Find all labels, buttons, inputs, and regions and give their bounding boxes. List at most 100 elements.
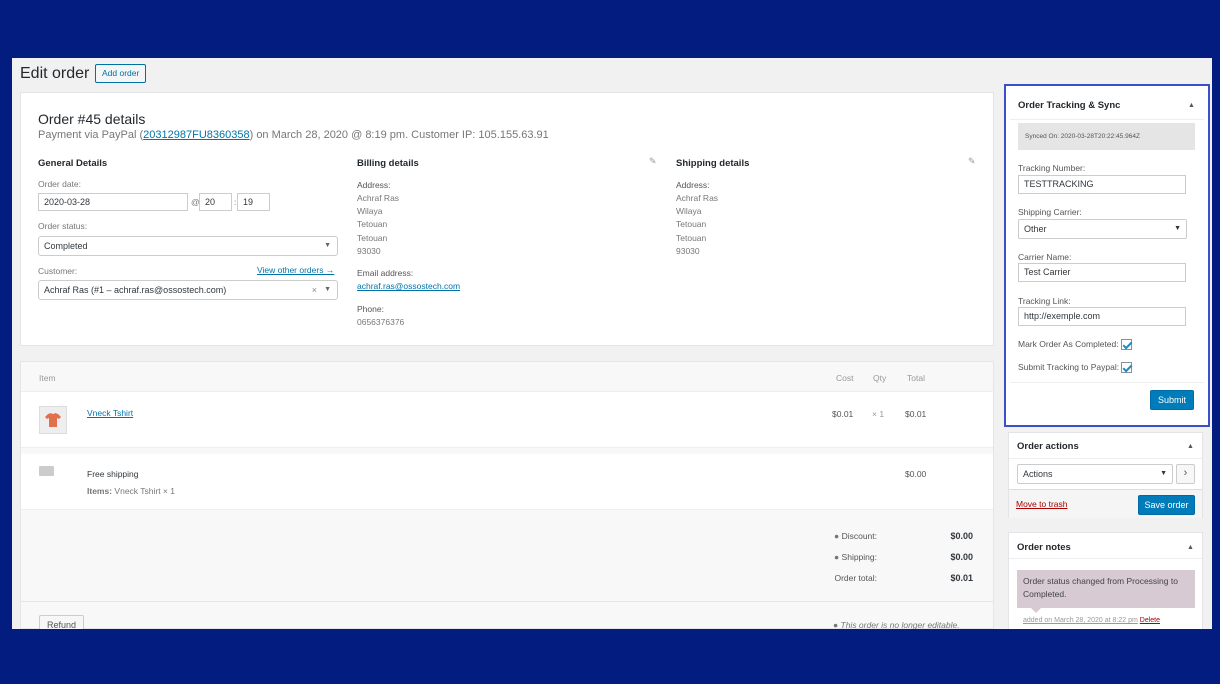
shipping-method-name: Free shipping [87, 469, 139, 479]
shipping-line: Tetouan [676, 219, 707, 229]
chevron-down-icon: ▼ [1160, 470, 1167, 477]
admin-screen: Edit order Add order Order #45 details P… [12, 58, 1212, 629]
carrier-name-input[interactable]: Test Carrier [1018, 263, 1186, 282]
help-icon: ● [834, 531, 840, 541]
divider [1009, 458, 1202, 459]
customer-select[interactable]: Achraf Ras (#1 – achraf.ras@ossostech.co… [38, 280, 338, 300]
billing-line: Achraf Ras [357, 193, 400, 203]
billing-line: Tetouan [357, 219, 388, 229]
refund-button[interactable]: Refund [39, 615, 85, 629]
billing-address-label: Address: [357, 180, 391, 190]
shipping-total-value: $0.00 [950, 552, 973, 562]
view-other-orders-link[interactable]: View other orders → [257, 265, 334, 275]
items-header-row: Item Cost Qty Total [21, 362, 993, 392]
product-row: Vneck Tshirt $0.01 × 1 $0.01 [21, 392, 993, 448]
order-note: Order status changed from Processing to … [1017, 570, 1195, 608]
product-total: $0.01 [905, 409, 927, 419]
billing-details-heading: Billing details [357, 158, 419, 169]
product-qty: × 1 [872, 409, 885, 419]
order-date-input[interactable]: 2020-03-28 [38, 193, 188, 211]
order-items-panel: Item Cost Qty Total Vneck Tshirt $0.01 ×… [20, 361, 994, 629]
mark-completed-label: Mark Order As Completed: [1018, 339, 1119, 349]
synced-notice: Synced On: 2020-03-28T20:22:45.964Z [1018, 123, 1195, 150]
order-actions-title: Order actions [1017, 441, 1079, 452]
total-column-header: Total [907, 373, 925, 383]
actions-select[interactable]: Actions ▼ [1017, 464, 1173, 484]
billing-email-link[interactable]: achraf.ras@ossostech.com [357, 281, 460, 291]
mark-completed-checkbox[interactable] [1121, 339, 1132, 351]
totals-block: ● Discount: $0.00 ● Shipping: $0.00 Orde… [21, 510, 993, 602]
billing-phone: 0656376376 [357, 317, 405, 327]
tracking-number-label: Tracking Number: [1018, 163, 1086, 173]
discount-label-text: Discount: [841, 531, 877, 541]
submit-tracking-button[interactable]: Submit [1150, 390, 1194, 410]
order-title: Order #45 details [38, 111, 146, 127]
order-total-value: $0.01 [950, 573, 973, 583]
chevron-down-icon: ▼ [324, 242, 331, 249]
delete-note-link[interactable]: Delete [1140, 617, 1160, 624]
page-title: Edit order [20, 65, 90, 82]
order-date-label: Order date: [38, 179, 81, 189]
mark-completed-row: Mark Order As Completed: [1018, 339, 1132, 351]
customer-value: Achraf Ras (#1 – achraf.ras@ossostech.co… [44, 285, 227, 295]
order-status-label: Order status: [38, 221, 88, 231]
edit-billing-pencil-icon[interactable]: ✎ [649, 156, 657, 167]
save-order-button[interactable]: Save order [1138, 495, 1195, 515]
email-label: Email address: [357, 268, 414, 278]
shipping-row: Free shipping Items: Vneck Tshirt × 1 $0… [21, 454, 993, 510]
shipping-label-text: Shipping: [841, 552, 877, 562]
shipping-items-label: Items: [87, 486, 113, 496]
order-actions-box: Order actions ▲ Actions ▼ › Move to tras… [1008, 432, 1203, 518]
info-icon: ● [833, 620, 839, 629]
actions-footer: Move to trash Save order [1009, 489, 1202, 518]
note-pointer [1031, 608, 1041, 613]
customer-label: Customer: [38, 266, 78, 276]
shipping-total: $0.00 [905, 469, 927, 479]
shipping-line: Tetouan [676, 233, 707, 243]
shipping-items-value: Vneck Tshirt × 1 [114, 486, 175, 496]
shipping-total-label: ● Shipping: [757, 552, 877, 562]
order-minute-input[interactable]: 19 [237, 193, 270, 211]
add-order-button[interactable]: Add order [95, 64, 147, 83]
apply-action-button[interactable]: › [1176, 464, 1195, 484]
subtitle-suffix: ) on March 28, 2020 @ 8:19 pm. Customer … [249, 129, 549, 141]
order-total-label: Order total: [834, 573, 877, 583]
tracking-link-label: Tracking Link: [1018, 296, 1071, 306]
order-subtitle: Payment via PayPal (20312987FU8360358) o… [38, 129, 549, 141]
order-notes-box: Order notes ▲ Order status changed from … [1008, 532, 1203, 629]
order-details-panel: Order #45 details Payment via PayPal (20… [20, 92, 994, 346]
phone-label: Phone: [357, 304, 384, 314]
product-cost: $0.01 [832, 409, 854, 419]
shipping-line: 93030 [676, 246, 700, 256]
tracking-box: Order Tracking & Sync ▲ Synced On: 2020-… [1004, 84, 1210, 427]
tracking-link-input[interactable]: http://exemple.com [1018, 307, 1186, 326]
divider [1009, 558, 1202, 559]
shipping-line: Achraf Ras [676, 193, 719, 203]
collapse-icon[interactable]: ▲ [1187, 544, 1194, 551]
not-editable-note: ● This order is no longer editable. [833, 620, 960, 629]
order-hour-input[interactable]: 20 [199, 193, 232, 211]
note-date: added on March 28, 2020 at 8:22 pm [1023, 617, 1138, 624]
edit-shipping-pencil-icon[interactable]: ✎ [968, 156, 976, 167]
order-notes-title: Order notes [1017, 542, 1071, 553]
submit-paypal-row: Submit Tracking to Paypal: [1018, 362, 1133, 374]
product-name-link[interactable]: Vneck Tshirt [87, 408, 133, 418]
tracking-box-title: Order Tracking & Sync [1018, 100, 1121, 111]
carrier-name-label: Carrier Name: [1018, 252, 1072, 262]
order-status-select[interactable]: Completed ▼ [38, 236, 338, 256]
submit-paypal-checkbox[interactable] [1121, 362, 1133, 374]
transaction-link[interactable]: 20312987FU8360358 [143, 129, 249, 141]
move-to-trash-link[interactable]: Move to trash [1016, 499, 1068, 509]
note-meta: added on March 28, 2020 at 8:22 pm Delet… [1023, 617, 1160, 624]
shipping-carrier-select[interactable]: Other ▼ [1018, 219, 1187, 239]
tshirt-icon [45, 413, 61, 427]
collapse-icon[interactable]: ▲ [1188, 102, 1195, 109]
clear-icon[interactable]: × [312, 281, 317, 299]
qty-column-header: Qty [873, 373, 887, 383]
chevron-down-icon: ▼ [1174, 225, 1181, 232]
shipping-line: Wilaya [676, 206, 702, 216]
collapse-icon[interactable]: ▲ [1187, 443, 1194, 450]
tracking-number-input[interactable]: TESTTRACKING [1018, 175, 1186, 194]
shipping-details-heading: Shipping details [676, 158, 750, 169]
shipping-address-label: Address: [676, 180, 710, 190]
